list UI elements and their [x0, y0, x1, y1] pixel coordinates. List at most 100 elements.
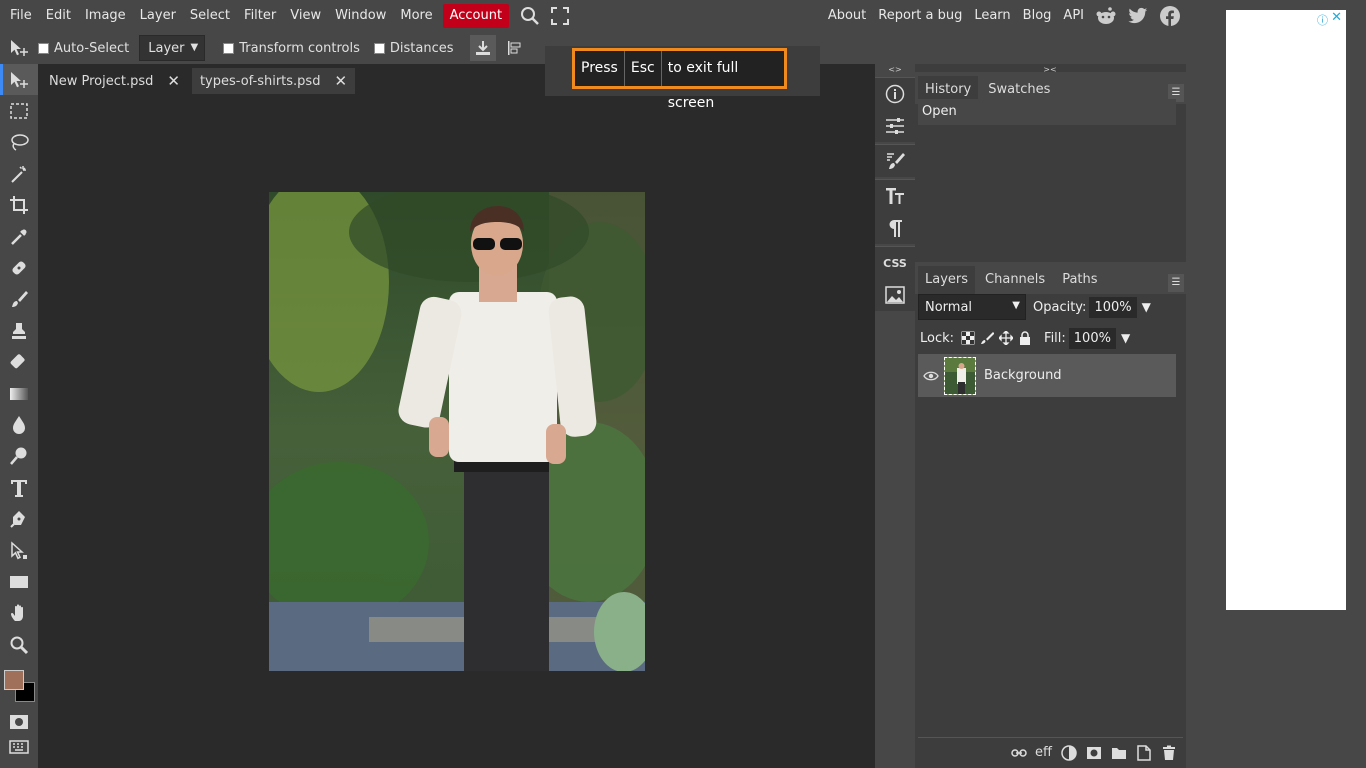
right-panels: >< History Swatches ☰ Open Layers Channe… — [915, 64, 1186, 768]
blur-tool[interactable] — [0, 409, 38, 440]
color-swatches[interactable] — [2, 670, 38, 706]
download-icon[interactable] — [469, 35, 496, 61]
lasso-tool[interactable] — [0, 127, 38, 158]
move-tool[interactable] — [0, 64, 38, 96]
crop-tool[interactable] — [0, 190, 38, 221]
lock-all-icon[interactable] — [1015, 328, 1034, 348]
fullscreen-icon[interactable] — [545, 4, 575, 28]
opacity-label: Opacity: — [1033, 299, 1087, 315]
tab-layers[interactable]: Layers — [918, 266, 976, 294]
marquee-tool[interactable] — [0, 95, 38, 126]
menu-file[interactable]: File — [3, 4, 39, 28]
opacity-input[interactable]: 100% — [1089, 296, 1137, 318]
opacity-dropdown-icon[interactable]: ▼ — [1142, 300, 1151, 314]
eyedropper-tool[interactable] — [0, 221, 38, 252]
quick-mask-icon[interactable] — [0, 709, 38, 735]
path-select-tool[interactable] — [0, 535, 38, 566]
canvas-area[interactable] — [38, 94, 875, 768]
dodge-tool[interactable] — [0, 441, 38, 472]
link-learn[interactable]: Learn — [968, 4, 1016, 28]
link-report-bug[interactable]: Report a bug — [872, 4, 968, 28]
gradient-tool[interactable] — [0, 378, 38, 409]
menu-filter[interactable]: Filter — [237, 4, 283, 28]
rectangle-tool[interactable] — [0, 566, 38, 597]
layer-effects-icon[interactable]: eff — [1031, 742, 1056, 764]
layer-row[interactable]: Background — [918, 354, 1176, 397]
menu-edit[interactable]: Edit — [39, 4, 78, 28]
reddit-icon[interactable] — [1090, 6, 1122, 26]
blend-mode-select[interactable]: Normal ▼ — [918, 294, 1026, 320]
ad-info-icon[interactable]: ⓘ — [1317, 12, 1328, 28]
lock-position-icon[interactable] — [996, 328, 1015, 348]
close-icon[interactable]: ✕ — [334, 72, 347, 90]
align-left-icon[interactable] — [502, 35, 528, 61]
clone-stamp-tool[interactable] — [0, 315, 38, 346]
delete-layer-icon[interactable] — [1156, 742, 1181, 764]
menu-view[interactable]: View — [283, 4, 328, 28]
panel-menu-icon[interactable]: ☰ — [1168, 274, 1184, 292]
close-icon[interactable]: ✕ — [167, 72, 180, 90]
history-item[interactable]: Open — [918, 99, 1176, 125]
adjustments-icon[interactable] — [875, 110, 915, 142]
twitter-icon[interactable] — [1122, 7, 1154, 25]
adjustment-layer-icon[interactable] — [1056, 742, 1081, 764]
keyboard-icon[interactable] — [0, 734, 38, 760]
layers-panel-header: Layers Channels Paths ☰ — [915, 262, 1186, 294]
healing-brush-tool[interactable] — [0, 252, 38, 283]
fill-input[interactable]: 100% — [1068, 327, 1116, 349]
character-icon[interactable] — [875, 180, 915, 212]
menu-bar: File Edit Image Layer Select Filter View… — [0, 0, 1186, 32]
css-icon[interactable]: CSS — [875, 247, 915, 279]
type-tool[interactable] — [0, 472, 38, 503]
move-tool-icon — [6, 35, 32, 61]
new-group-folder-icon[interactable] — [1106, 742, 1131, 764]
menu-window[interactable]: Window — [328, 4, 393, 28]
link-layers-icon[interactable] — [1006, 742, 1031, 764]
brush-tool[interactable] — [0, 284, 38, 315]
facebook-icon[interactable] — [1154, 6, 1186, 26]
magic-wand-tool[interactable] — [0, 158, 38, 189]
layer-blend-controls: Normal ▼ Opacity: 100% ▼ — [918, 292, 1183, 322]
menu-image[interactable]: Image — [78, 4, 133, 28]
esc-key: Esc — [623, 51, 662, 86]
panel-icon-strip: <> CSS — [875, 64, 915, 768]
auto-select-checkbox[interactable]: Auto-Select — [38, 41, 129, 56]
tab-new-project[interactable]: New Project.psd ✕ — [41, 68, 188, 94]
layer-mask-icon[interactable] — [1081, 742, 1106, 764]
layer-thumbnail — [944, 356, 976, 395]
account-button[interactable]: Account — [442, 4, 510, 28]
new-layer-icon[interactable] — [1131, 742, 1156, 764]
canvas-image[interactable] — [269, 192, 645, 671]
link-blog[interactable]: Blog — [1017, 4, 1058, 28]
layers-footer: eff — [918, 737, 1183, 767]
zoom-tool[interactable] — [0, 629, 38, 660]
link-api[interactable]: API — [1057, 4, 1090, 28]
ad-banner[interactable]: ⓘ ✕ — [1226, 10, 1346, 610]
eraser-tool[interactable] — [0, 347, 38, 378]
tab-paths[interactable]: Paths — [1055, 266, 1104, 294]
paragraph-icon[interactable] — [875, 212, 915, 244]
menu-layer[interactable]: Layer — [133, 4, 183, 28]
lock-transparency-icon[interactable] — [958, 328, 977, 348]
hand-tool[interactable] — [0, 598, 38, 629]
visibility-eye-icon[interactable] — [918, 371, 944, 381]
info-icon[interactable] — [875, 78, 915, 110]
image-icon[interactable] — [875, 279, 915, 311]
collapse-arrows[interactable]: <> — [875, 64, 915, 75]
menu-select[interactable]: Select — [183, 4, 237, 28]
pen-tool[interactable] — [0, 503, 38, 534]
fill-dropdown-icon[interactable]: ▼ — [1121, 331, 1130, 345]
foreground-color[interactable] — [4, 670, 24, 690]
menu-more[interactable]: More — [393, 4, 439, 28]
transform-controls-checkbox[interactable]: Transform controls — [223, 41, 360, 56]
ad-close-icon[interactable]: ✕ — [1331, 10, 1342, 25]
lock-controls: Lock: Fill: 100% ▼ — [918, 324, 1183, 352]
tab-channels[interactable]: Channels — [978, 266, 1052, 294]
tab-types-of-shirts[interactable]: types-of-shirts.psd ✕ — [191, 68, 356, 94]
brush-settings-icon[interactable] — [875, 145, 915, 177]
link-about[interactable]: About — [822, 4, 872, 28]
lock-pixels-icon[interactable] — [977, 328, 996, 348]
search-icon[interactable] — [515, 4, 545, 28]
distances-checkbox[interactable]: Distances — [373, 41, 454, 56]
auto-select-target-dropdown[interactable]: Layer ▼ — [139, 35, 206, 61]
